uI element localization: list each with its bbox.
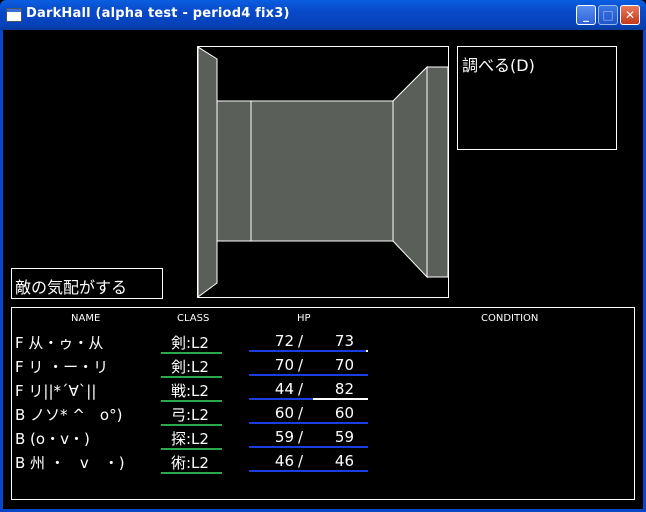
member-class: 探:L2 [171,430,209,448]
member-hp-max: 59 [334,428,354,446]
hp-separator: / [298,404,304,422]
command-panel: 調べる(D) [457,46,617,150]
member-name: F 从・ゥ・从 [15,334,104,352]
message-box: 敵の気配がする [11,268,163,299]
member-hp-max: 70 [334,356,354,374]
minimize-button[interactable]: _ [576,5,596,25]
member-hp: 46 [274,452,294,470]
hp-separator: / [298,428,304,446]
class-bar [161,400,222,402]
member-class: 剣:L2 [171,334,209,352]
member-name: B (o・v・) [15,430,90,448]
hp-separator: / [298,356,304,374]
left-far-wall [216,100,252,242]
hp-bar-fill [249,374,368,376]
member-hp: 70 [274,356,294,374]
header-class: CLASS [177,313,210,324]
member-name: F リ ・ー・リ [15,358,109,376]
hp-bar [249,398,368,400]
member-hp: 59 [274,428,294,446]
member-hp-max: 46 [334,452,354,470]
examine-command[interactable]: 調べる(D) [462,52,535,76]
hp-separator: / [298,380,304,398]
dungeon-view [197,46,449,298]
member-class: 弓:L2 [171,406,209,424]
member-hp-max: 60 [334,404,354,422]
right-near-wall [426,66,448,278]
class-bar [161,448,222,450]
message-text: 敵の気配がする [15,278,128,297]
member-class: 剣:L2 [171,358,209,376]
member-name: B ノソ* ^ o°) [15,406,123,424]
hp-bar-fill [249,350,367,352]
hp-bar [249,422,368,424]
hp-bar [249,470,368,472]
close-button[interactable]: ✕ [620,5,640,25]
maximize-button[interactable]: □ [598,5,618,25]
member-hp: 44 [274,380,294,398]
hp-bar-fill [249,470,368,472]
member-name: B 州 ・ v ・) [15,454,125,472]
header-name: NAME [71,313,101,324]
member-name: F リ||*´∀`|| [15,382,97,400]
header-hp: HP [297,313,311,324]
class-bar [161,352,222,354]
hp-bar-fill [249,422,368,424]
app-window-icon [6,8,22,22]
member-hp-max: 82 [334,380,354,398]
hp-separator: / [298,452,304,470]
hp-bar-fill [249,446,368,448]
hp-bar-fill [249,398,313,400]
member-hp-max: 73 [334,332,354,350]
left-near-wall [198,47,218,297]
title-bar: DarkHall (alpha test - period4 fix3) _ □… [0,0,646,30]
class-bar [161,376,222,378]
dungeon-walls-svg [198,47,448,297]
member-hp: 72 [274,332,294,350]
front-wall [250,100,394,242]
class-bar [161,424,222,426]
hp-bar [249,374,368,376]
class-bar [161,472,222,474]
hp-separator: / [298,332,304,350]
hp-bar [249,350,368,352]
hp-bar [249,446,368,448]
window-title: DarkHall (alpha test - period4 fix3) [26,6,290,21]
member-hp: 60 [274,404,294,422]
member-class: 術:L2 [171,454,209,472]
header-condition: CONDITION [481,313,539,324]
right-mid-wall [392,65,428,279]
member-class: 戦:L2 [171,382,209,400]
